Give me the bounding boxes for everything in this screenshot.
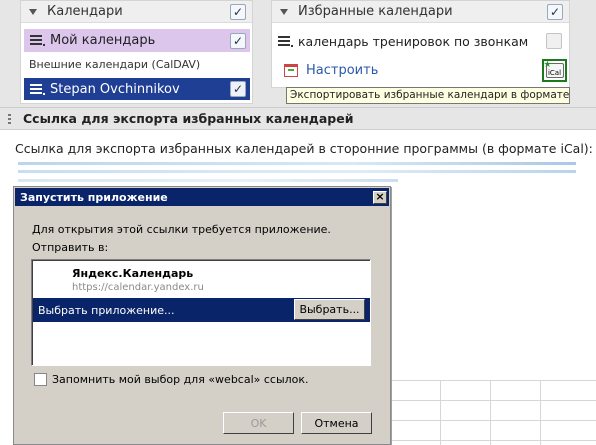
export-panel-title: Ссылка для экспорта избранных календарей xyxy=(23,111,354,126)
application-list[interactable]: Яндекс.Календарь https://calendar.yandex… xyxy=(31,259,371,366)
calendar-item-my[interactable]: Мой календарь ✓ xyxy=(24,29,250,52)
export-tooltip: Экспортировать избранные календари в фор… xyxy=(286,87,570,104)
choose-application-label: Выбрать приложение... xyxy=(38,304,175,317)
favorites-panel-header[interactable]: Избранные календари ✓ xyxy=(272,1,569,23)
dialog-titlebar[interactable]: Запустить приложение × xyxy=(15,188,389,206)
collapse-icon[interactable] xyxy=(280,8,288,15)
calendars-panel-title: Календари xyxy=(47,4,123,19)
choose-button[interactable]: Выбрать... xyxy=(294,299,365,320)
grid-line xyxy=(390,440,596,441)
calendar-item-checkbox[interactable]: ✓ xyxy=(230,81,246,97)
list-icon xyxy=(30,83,45,95)
export-url-field[interactable] xyxy=(18,162,576,165)
export-link-panel-header: Ссылка для экспорта избранных календарей xyxy=(0,108,596,130)
grip-icon[interactable] xyxy=(8,113,11,124)
calendar-item-label: Stepan Ovchinnikov xyxy=(50,81,180,97)
export-description: Ссылка для экспорта избранных календарей… xyxy=(15,141,593,156)
export-url-field[interactable] xyxy=(18,170,576,173)
calendar-edit-icon xyxy=(284,64,298,77)
close-icon[interactable]: × xyxy=(373,190,387,204)
favorite-calendar-checkbox[interactable]: ✓ xyxy=(546,33,562,49)
application-url: https://calendar.yandex.ru xyxy=(72,282,204,293)
cancel-button[interactable]: Отмена xyxy=(301,412,372,434)
ok-button[interactable]: OK xyxy=(223,412,294,434)
grid-line xyxy=(390,400,596,401)
export-url-field[interactable] xyxy=(18,179,398,182)
calendars-toggle-all-checkbox[interactable]: ✓ xyxy=(230,3,246,20)
favorites-panel: Избранные календари ✓ календарь трениров… xyxy=(271,0,570,88)
dialog-message: Для открытия этой ссылки требуется прило… xyxy=(32,223,331,236)
choose-application-row[interactable]: Выбрать приложение... Выбрать... xyxy=(33,298,370,322)
favorites-panel-title: Избранные календари xyxy=(298,4,453,19)
favorite-calendar-label: календарь тренировок по звонкам xyxy=(298,33,529,49)
favorites-toggle-all-checkbox[interactable]: ✓ xyxy=(547,3,563,20)
remember-choice[interactable]: ✓ Запомнить мой выбор для «webcal» ссыло… xyxy=(34,373,309,386)
application-list-item[interactable]: Яндекс.Календарь https://calendar.yandex… xyxy=(33,261,370,297)
ical-icon: ★ iCal xyxy=(544,60,564,78)
grid-line xyxy=(390,380,596,381)
calendar-item-external[interactable]: Stepan Ovchinnikov ✓ xyxy=(24,78,250,100)
external-calendars-label: Внешние календари (CalDAV) xyxy=(29,58,201,71)
grid-line xyxy=(440,380,441,445)
grid-line xyxy=(540,380,541,445)
list-icon xyxy=(30,35,45,46)
configure-link[interactable]: Настроить xyxy=(284,63,378,78)
ical-icon-label: iCal xyxy=(547,69,562,77)
launch-app-dialog: Запустить приложение × Для открытия этой… xyxy=(13,186,391,445)
calendar-item-label: Мой календарь xyxy=(50,33,156,48)
grid-line xyxy=(490,380,491,445)
send-to-label: Отправить в: xyxy=(32,241,109,254)
grid-line xyxy=(390,420,596,421)
calendars-panel-header[interactable]: Календари ✓ xyxy=(21,1,252,23)
favorite-calendar-item[interactable]: календарь тренировок по звонкам ✓ xyxy=(278,31,566,51)
remember-checkbox[interactable]: ✓ xyxy=(34,373,47,386)
application-name: Яндекс.Календарь xyxy=(72,267,194,280)
list-icon xyxy=(278,35,293,47)
configure-link-label: Настроить xyxy=(306,63,379,78)
calendar-item-checkbox[interactable]: ✓ xyxy=(230,32,246,49)
collapse-icon[interactable] xyxy=(29,8,37,15)
dialog-title: Запустить приложение xyxy=(20,190,168,204)
remember-label: Запомнить мой выбор для «webcal» ссылок. xyxy=(52,373,309,386)
calendars-panel: Календари ✓ Мой календарь ✓ Внешние кале… xyxy=(20,0,253,104)
ical-export-button[interactable]: ★ iCal xyxy=(542,59,567,82)
